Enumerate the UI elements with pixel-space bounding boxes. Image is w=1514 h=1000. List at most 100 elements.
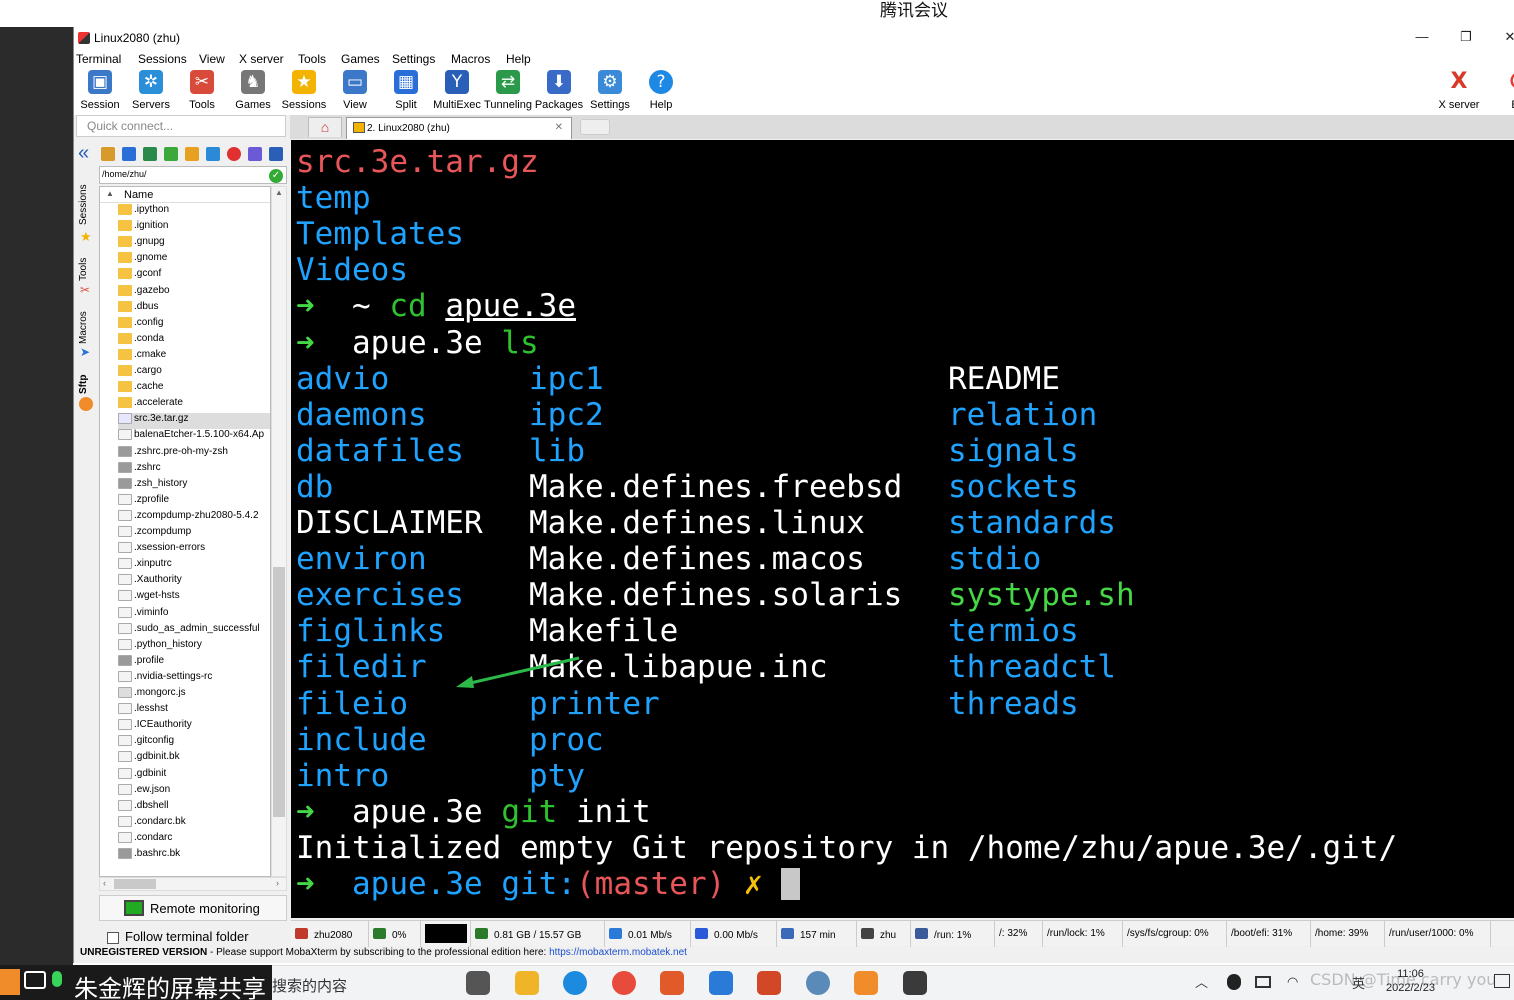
file-row[interactable]: .nvidia-settings-rc (118, 670, 270, 687)
edge-icon[interactable] (563, 971, 587, 995)
file-row[interactable]: .ignition (118, 220, 270, 236)
checkbox-box[interactable] (107, 931, 119, 944)
file-row[interactable]: .zshrc (118, 461, 270, 478)
sftp-side-tab[interactable]: Sftp (78, 364, 89, 394)
photos-icon[interactable] (708, 971, 733, 995)
toolbar-tools-button[interactable]: ✂ Tools (177, 69, 227, 115)
refresh-icon[interactable] (164, 147, 178, 161)
close-button[interactable]: ✕ (1488, 27, 1514, 49)
menu-sessions[interactable]: Sessions (138, 52, 187, 66)
toolbar-view-button[interactable]: ▭ View (330, 69, 380, 115)
scroll-up-icon[interactable]: ▲ (275, 188, 283, 197)
menu-tools[interactable]: Tools (298, 52, 326, 66)
new-folder-icon[interactable] (185, 147, 199, 161)
file-row[interactable]: balenaEtcher-1.5.100-x64.Ap (118, 429, 270, 445)
file-list-hscrollbar[interactable]: ‹ › (99, 877, 287, 891)
menu-view[interactable]: View (199, 52, 225, 66)
office-icon[interactable] (854, 971, 878, 995)
file-row[interactable]: .mongorc.js (118, 687, 270, 703)
snip-icon[interactable] (660, 971, 684, 995)
menu-macros[interactable]: Macros (451, 52, 490, 66)
file-row[interactable]: .python_history (118, 638, 270, 655)
explorer-icon[interactable] (514, 971, 539, 995)
file-row[interactable]: .xinputrc (118, 558, 270, 574)
file-row[interactable]: .xsession-errors (118, 542, 270, 558)
mobatek-link[interactable]: https://mobaxterm.mobatek.net (549, 947, 687, 958)
new-file-icon[interactable] (206, 147, 220, 161)
file-row[interactable]: .ipython (118, 204, 270, 220)
file-row[interactable]: .zcompdump (118, 526, 270, 542)
toolbar-tunneling-button[interactable]: ⇄ Tunneling (483, 69, 533, 115)
wifi-icon[interactable]: ◠ (1287, 974, 1298, 990)
file-row[interactable]: .accelerate (118, 397, 270, 413)
file-row[interactable]: .gdbinit.bk (118, 751, 270, 767)
toolbar-sessions-button[interactable]: ★ Sessions (279, 69, 329, 115)
restore-button[interactable]: ❐ (1444, 27, 1488, 49)
battery-icon[interactable] (1255, 976, 1271, 988)
powerpoint-icon[interactable] (757, 971, 781, 995)
file-row[interactable]: .zcompdump-zhu2080-5.4.2 (118, 509, 270, 526)
file-row[interactable]: .condarc.bk (118, 815, 270, 832)
file-row[interactable]: .viminfo (118, 606, 270, 623)
menu-settings[interactable]: Settings (392, 52, 435, 66)
file-row[interactable]: .conda (118, 332, 270, 349)
file-row[interactable]: .gconf (118, 268, 270, 284)
tray-chevron-icon[interactable]: ︿ (1195, 972, 1208, 991)
parent-folder-icon[interactable] (101, 147, 115, 161)
file-row[interactable]: .gitconfig (118, 735, 270, 751)
toolbar-servers-button[interactable]: ✲ Servers (126, 69, 176, 115)
minimize-button[interactable]: — (1400, 27, 1444, 49)
file-row[interactable]: .cargo (118, 365, 270, 381)
ime-indicator[interactable]: 英 (1352, 973, 1365, 992)
microphone-icon[interactable] (52, 971, 62, 987)
menu-terminal[interactable]: Terminal (76, 52, 121, 66)
menu-games[interactable]: Games (341, 52, 380, 66)
home-tab[interactable]: ⌂ (308, 117, 342, 137)
file-row[interactable]: .gazebo (118, 284, 270, 301)
mobaxterm-icon[interactable] (902, 971, 927, 995)
file-row[interactable]: .zshrc.pre-oh-my-zsh (118, 445, 270, 462)
taskbar-search[interactable]: 搜索的内容 (272, 975, 347, 996)
new-tab-button[interactable] (580, 119, 610, 135)
chat-icon[interactable] (805, 971, 830, 995)
tab-linux2080[interactable]: 2. Linux2080 (zhu) ✕ (346, 117, 572, 139)
delete-icon[interactable] (227, 147, 241, 161)
file-row[interactable]: .gdbinit (118, 767, 270, 784)
sftp-path-input[interactable]: /home/zhu/ ✓ (99, 166, 287, 184)
file-row[interactable]: .ew.json (118, 783, 270, 800)
tab-close-icon[interactable]: ✕ (555, 122, 563, 133)
file-row[interactable]: .zsh_history (118, 477, 270, 494)
macros-side-tab[interactable]: Macros (78, 302, 89, 344)
file-row[interactable]: .lesshst (118, 703, 270, 719)
toolbar-packages-button[interactable]: ⬇ Packages (534, 69, 584, 115)
menu-help[interactable]: Help (506, 52, 531, 66)
path-ok-icon[interactable]: ✓ (269, 169, 283, 183)
terminal-view[interactable]: src.3e.tar.gz temp Templates Videos ➜ ~ cd a… (291, 140, 1514, 918)
file-row[interactable]: .zprofile (118, 493, 270, 510)
file-row[interactable]: .sudo_as_admin_successful (118, 622, 270, 639)
toolbar-exit-button[interactable]: ⏻ Exi (1494, 69, 1514, 115)
quick-connect-input[interactable]: Quick connect... (76, 115, 286, 137)
menu-x-server[interactable]: X server (239, 52, 284, 66)
qq-icon[interactable] (1227, 974, 1241, 990)
toolbar-settings-button[interactable]: ⚙ Settings (585, 69, 635, 115)
file-row[interactable]: .gnupg (118, 236, 270, 252)
toolbar-help-button[interactable]: ? Help (636, 69, 686, 115)
file-row[interactable]: .cache (118, 381, 270, 397)
follow-terminal-folder-checkbox[interactable]: Follow terminal folder (107, 929, 249, 944)
rename-icon[interactable] (248, 147, 262, 161)
taskview-icon[interactable] (466, 971, 490, 995)
tools-side-tab[interactable]: Tools (78, 247, 89, 281)
file-row[interactable]: .wget-hsts (118, 590, 270, 606)
toolbar-split-button[interactable]: ▦ Split (381, 69, 431, 115)
file-list-vscrollbar[interactable]: ▲ (271, 186, 287, 877)
vscroll-thumb[interactable] (273, 567, 285, 817)
file-row[interactable]: .profile (118, 654, 270, 671)
terminal-icon[interactable] (269, 147, 283, 161)
name-column-header[interactable]: Name (100, 187, 270, 203)
collapse-icon[interactable]: « (78, 143, 89, 163)
toolbar-xserver-button[interactable]: X X server (1434, 69, 1484, 115)
file-row[interactable]: .gnome (118, 252, 270, 268)
upload-icon[interactable] (143, 147, 157, 161)
notification-icon[interactable] (1494, 974, 1510, 988)
